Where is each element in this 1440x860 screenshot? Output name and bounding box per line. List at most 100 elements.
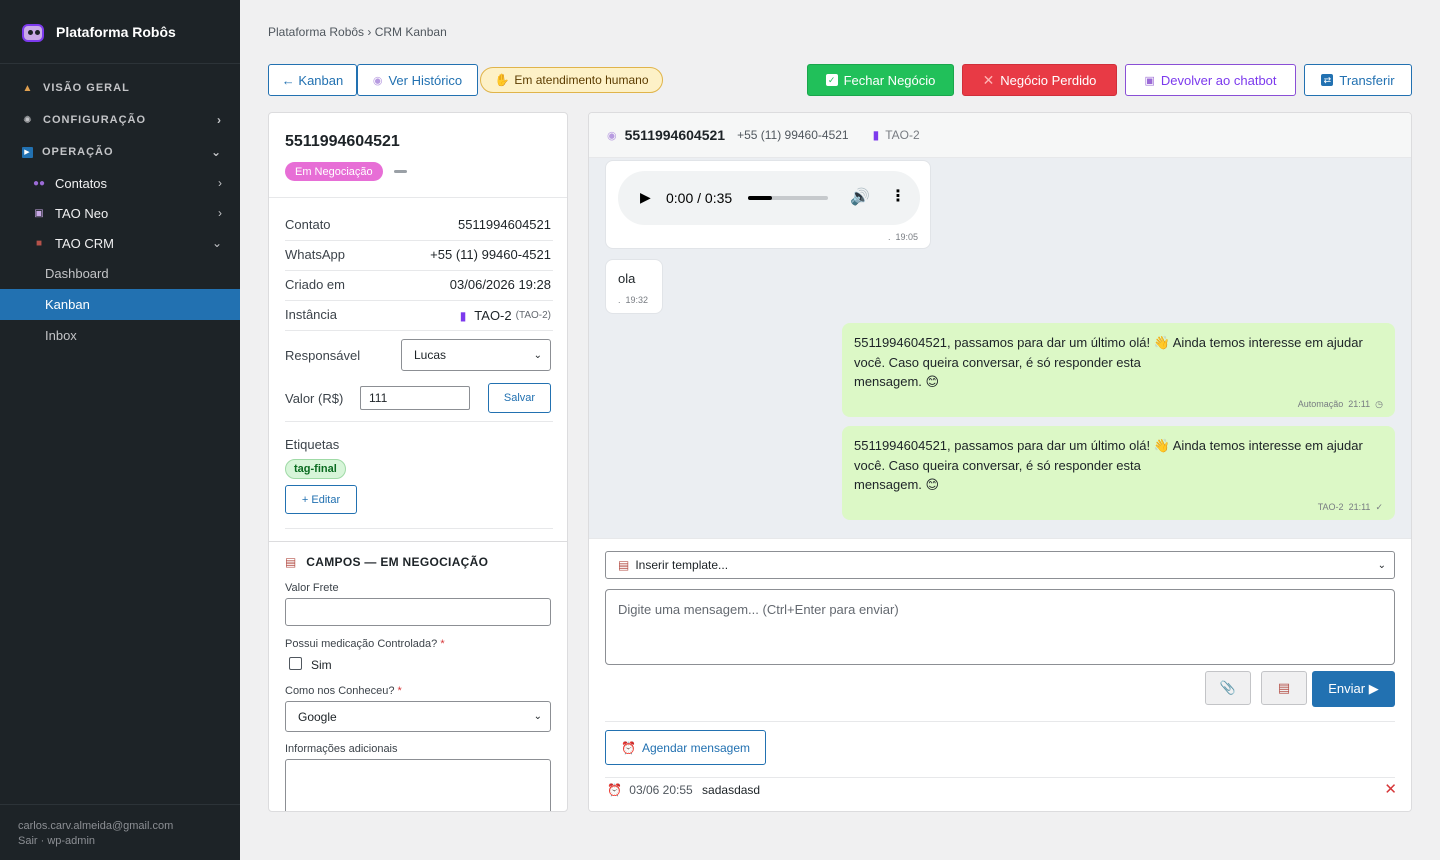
home-icon: ▲ [22, 82, 34, 94]
valor-frete-input[interactable] [285, 598, 551, 626]
send-button[interactable]: Enviar ▶ [1312, 671, 1395, 707]
sidebar: Plataforma Robôs ▲ VISÃO GERAL ✺ CONFIGU… [0, 0, 240, 860]
valor-input[interactable]: 111 [360, 386, 470, 410]
alarm-clock-icon: ⏰ [607, 783, 622, 797]
composer: ▤ Inserir template... ⌄ Digite uma mensa… [589, 538, 1411, 811]
chat-contact-name: 5511994604521 [624, 127, 726, 143]
nav-item-label: Contatos [55, 175, 108, 191]
campos-heading-label: CAMPOS — EM NEGOCIAÇÃO [306, 555, 489, 569]
nav-item-tao-crm[interactable]: ■ TAO CRM ⌄ [0, 228, 240, 258]
required-mark: * [440, 638, 445, 650]
scheduled-time: 03/06 20:55 [629, 783, 693, 797]
message-list[interactable]: ▶ 0:00 / 0:35 🔊 ⋮ . 19:05 ola . 19:32 55… [589, 158, 1411, 538]
cross-icon: ✕ [982, 71, 995, 88]
more-vertical-icon[interactable]: ⋮ [890, 186, 906, 206]
nav-section-operacao[interactable]: ▶ OPERAÇÃO ⌄ [0, 136, 240, 168]
message-input[interactable]: Digite uma mensagem... (Ctrl+Enter para … [605, 589, 1395, 665]
human-attendance-badge: ✋ Em atendimento humano [480, 67, 663, 93]
nav-leaf-dashboard[interactable]: Dashboard [0, 258, 240, 289]
nav-item-label: TAO CRM [55, 235, 114, 251]
chevron-down-icon: ⌄ [533, 711, 542, 722]
valor-frete-label: Valor Frete [285, 582, 339, 594]
close-deal-button[interactable]: ✓ Fechar Negócio [807, 64, 954, 96]
chevron-right-icon: › [218, 176, 222, 190]
nav-section-visao-geral[interactable]: ▲ VISÃO GERAL [0, 72, 240, 104]
conheceu-value: Google [298, 709, 337, 724]
nav-section-label: CONFIGURAÇÃO [43, 114, 147, 126]
nav-item-contatos[interactable]: ●● Contatos › [0, 168, 240, 198]
audio-time: 0:00 / 0:35 [666, 190, 733, 206]
message-line: 5511994604521, passamos para dar um últi… [854, 335, 1363, 350]
clock-icon: ◷ [1375, 399, 1383, 409]
template-select[interactable]: ▤ Inserir template... ⌄ [605, 551, 1395, 579]
field-value-instancia: ▮ TAO-2 (TAO-2) [460, 308, 551, 323]
nav-section-configuracao[interactable]: ✺ CONFIGURAÇÃO › [0, 104, 240, 136]
schedule-message-button[interactable]: ⏰ Agendar mensagem [605, 730, 766, 765]
scheduled-text: sadasdasd [702, 783, 761, 797]
back-to-kanban-button[interactable]: ← Kanban [268, 64, 357, 96]
message-line: você. Caso queira conversar, é só respon… [854, 457, 1141, 473]
chat-contact-phone: +55 (11) 99460-4521 [737, 128, 849, 142]
nav-item-label: TAO Neo [55, 205, 109, 221]
nav-item-tao-neo[interactable]: ▣ TAO Neo › [0, 198, 240, 228]
brand[interactable]: Plataforma Robôs [0, 0, 240, 64]
chevron-down-icon: ⌄ [1377, 559, 1386, 571]
info-textarea[interactable] [285, 759, 551, 811]
sim-label: Sim [311, 658, 332, 672]
save-valor-button[interactable]: Salvar [488, 383, 551, 413]
campos-heading: ▤ CAMPOS — EM NEGOCIAÇÃO [285, 555, 488, 569]
field-value-contato: 5511994604521 [457, 217, 551, 232]
footer-links[interactable]: Sair · wp-admin [18, 834, 222, 849]
template-button[interactable]: ▤ [1261, 671, 1307, 705]
schedule-label: Agendar mensagem [641, 740, 751, 755]
gear-icon: ✺ [23, 114, 33, 126]
close-deal-label: Fechar Negócio [843, 72, 936, 88]
edit-tags-button[interactable]: + Editar [285, 485, 357, 514]
brand-title: Plataforma Robôs [56, 23, 176, 40]
outgoing-message: 5511994604521, passamos para dar um últi… [842, 323, 1395, 417]
speech-bubble-icon: ◉ [607, 129, 617, 142]
breadcrumb: Plataforma Robôs › CRM Kanban [268, 25, 447, 39]
medicacao-checkbox[interactable] [289, 657, 302, 670]
responsavel-label: Responsável [285, 348, 361, 363]
history-button[interactable]: ◉ Ver Histórico [357, 64, 478, 96]
outgoing-message: 5511994604521, passamos para dar um últi… [842, 426, 1395, 520]
nav-section-label: VISÃO GERAL [43, 82, 130, 94]
transfer-label: Transferir [1339, 72, 1395, 88]
conheceu-select[interactable]: Google ⌄ [285, 701, 551, 732]
field-label-whatsapp: WhatsApp [285, 247, 345, 262]
tag-chip[interactable]: tag-final [285, 459, 346, 479]
paperclip-icon: 📎 [1219, 680, 1237, 695]
chevron-right-icon: › [218, 206, 222, 220]
text-message-in: ola . 19:32 [605, 259, 663, 314]
play-icon[interactable]: ▶ [640, 189, 651, 206]
audio-player[interactable]: ▶ 0:00 / 0:35 🔊 ⋮ [618, 171, 920, 225]
deal-details-panel: 5511994604521 Em Negociação Contato 5511… [268, 112, 568, 812]
chat-instance: TAO-2 [885, 128, 920, 142]
attach-button[interactable]: 📎 [1205, 671, 1251, 705]
nav-leaf-inbox[interactable]: Inbox [0, 320, 240, 351]
delete-scheduled-icon[interactable]: ✕ [1384, 780, 1397, 798]
memo-icon: ▤ [1277, 680, 1291, 695]
transfer-button[interactable]: ⇄ Transferir [1304, 64, 1412, 96]
info-label: Informações adicionais [285, 743, 398, 755]
field-label-contato: Contato [285, 217, 331, 232]
audio-progress-fill [748, 196, 772, 200]
message-meta: . 19:32 [618, 295, 649, 305]
message-time: 21:11 [1348, 502, 1371, 512]
responsavel-select[interactable]: Lucas ⌄ [401, 339, 551, 371]
memo-icon: ▤ [618, 558, 630, 572]
nav-leaf-kanban[interactable]: Kanban [0, 289, 240, 320]
audio-progress-track[interactable] [748, 196, 828, 200]
return-chatbot-label: Devolver ao chatbot [1160, 72, 1277, 88]
stage-badge: Em Negociação [285, 162, 383, 181]
lost-deal-button[interactable]: ✕ Negócio Perdido [962, 64, 1117, 96]
message-line: você. Caso queira conversar, é só respon… [854, 354, 1141, 370]
chevron-down-icon: ⌄ [211, 236, 222, 250]
check-icon: ✓ [825, 74, 838, 86]
volume-icon[interactable]: 🔊 [850, 187, 870, 207]
users-icon: ●● [33, 177, 46, 189]
chat-panel: ◉ 5511994604521 +55 (11) 99460-4521 ▮ TA… [588, 112, 1412, 812]
return-chatbot-button[interactable]: ▣ Devolver ao chatbot [1125, 64, 1296, 96]
field-label-criado: Criado em [285, 277, 345, 292]
